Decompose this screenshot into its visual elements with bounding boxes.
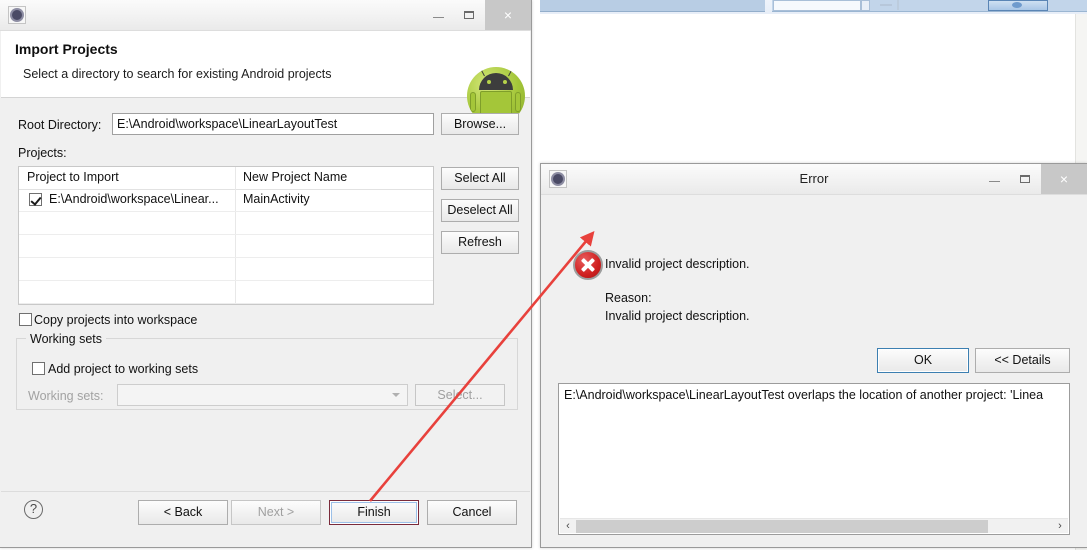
next-button: Next >	[231, 500, 321, 525]
background-button-glyph-icon	[1012, 2, 1022, 8]
table-row[interactable]	[19, 212, 433, 235]
ok-button[interactable]: OK	[877, 348, 969, 373]
root-directory-label: Root Directory:	[18, 118, 101, 132]
table-row[interactable]	[19, 281, 433, 304]
column-header-project-to-import: Project to Import	[27, 170, 119, 184]
page-title: Import Projects	[15, 41, 118, 57]
error-details-text: E:\Android\workspace\LinearLayoutTest ov…	[564, 388, 1043, 402]
add-project-to-working-sets-checkbox[interactable]	[32, 362, 45, 375]
error-icon	[573, 250, 603, 280]
import-projects-window: × Import Projects Select a directory to …	[0, 0, 532, 548]
refresh-button[interactable]: Refresh	[441, 231, 519, 254]
working-sets-label: Working sets:	[28, 389, 104, 403]
app-icon	[8, 6, 26, 24]
cell-new-project-name: MainActivity	[243, 192, 310, 206]
details-button[interactable]: << Details	[975, 348, 1070, 373]
import-window-controls: ×	[423, 0, 531, 30]
screenshot-root: × Import Projects Select a directory to …	[0, 0, 1087, 550]
error-reason-label: Reason:	[605, 291, 652, 305]
select-all-button[interactable]: Select All	[441, 167, 519, 190]
maximize-button[interactable]	[1010, 164, 1041, 194]
background-spinner[interactable]	[861, 0, 870, 11]
background-tick	[897, 0, 899, 10]
working-sets-select-button: Select...	[415, 384, 505, 406]
error-window-titlebar: Error ×	[541, 164, 1087, 195]
cell-project-to-import: E:\Android\workspace\Linear...	[49, 192, 219, 206]
minimize-button[interactable]	[979, 164, 1010, 194]
page-subtitle: Select a directory to search for existin…	[23, 67, 331, 81]
error-window-controls: ×	[979, 164, 1087, 194]
maximize-button[interactable]	[454, 0, 485, 30]
help-icon[interactable]: ?	[24, 500, 43, 519]
projects-table[interactable]: Project to Import New Project Name E:\An…	[18, 166, 434, 305]
error-dialog-body: Invalid project description. Reason: Inv…	[542, 195, 1086, 546]
import-window-titlebar: ×	[0, 0, 531, 31]
error-message: Invalid project description.	[605, 257, 750, 271]
add-project-to-working-sets-label: Add project to working sets	[48, 362, 198, 376]
table-row[interactable]	[19, 258, 433, 281]
browse-button[interactable]: Browse...	[441, 113, 519, 135]
error-dialog-window: Error × Invalid project description. Rea…	[540, 163, 1087, 548]
background-textfield[interactable]	[773, 0, 861, 11]
copy-projects-label: Copy projects into workspace	[34, 313, 197, 327]
close-button[interactable]: ×	[485, 0, 531, 30]
background-divider	[880, 4, 892, 6]
back-button[interactable]: < Back	[138, 500, 228, 525]
error-reason-text: Invalid project description.	[605, 309, 750, 323]
details-horizontal-scrollbar[interactable]: ‹ ›	[560, 518, 1068, 533]
scroll-left-icon[interactable]: ‹	[560, 519, 576, 533]
error-details-panel[interactable]: E:\Android\workspace\LinearLayoutTest ov…	[558, 383, 1070, 535]
working-sets-group-title: Working sets	[26, 332, 106, 346]
minimize-button[interactable]	[423, 0, 454, 30]
scroll-right-icon[interactable]: ›	[1052, 519, 1068, 533]
deselect-all-button[interactable]: Deselect All	[441, 199, 519, 222]
chevron-down-icon	[392, 393, 400, 397]
copy-projects-checkbox[interactable]	[19, 313, 32, 326]
background-titlebar-left	[540, 0, 765, 12]
row-checkbox[interactable]	[29, 193, 42, 206]
working-sets-select[interactable]	[117, 384, 408, 406]
wizard-header: Import Projects Select a directory to se…	[1, 31, 530, 98]
column-header-new-project-name: New Project Name	[243, 170, 347, 184]
root-directory-input[interactable]: E:\Android\workspace\LinearLayoutTest	[112, 113, 434, 135]
projects-label: Projects:	[18, 146, 67, 160]
scrollbar-thumb[interactable]	[576, 520, 988, 533]
table-row[interactable]	[19, 235, 433, 258]
cancel-button[interactable]: Cancel	[427, 500, 517, 525]
projects-table-header: Project to Import New Project Name	[19, 167, 433, 190]
table-row[interactable]: E:\Android\workspace\Linear... MainActiv…	[19, 189, 433, 212]
close-button[interactable]: ×	[1041, 164, 1087, 194]
finish-button[interactable]: Finish	[329, 500, 419, 525]
